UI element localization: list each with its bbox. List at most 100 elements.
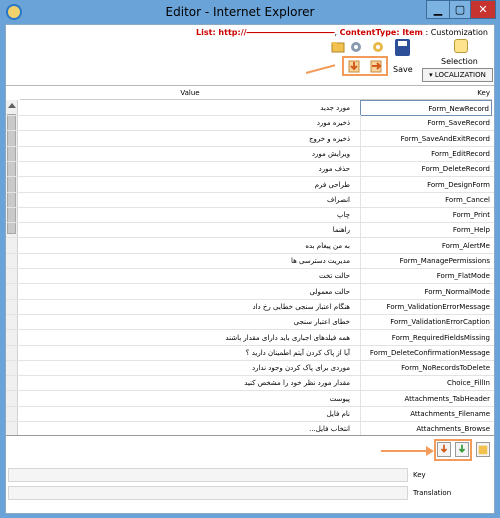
breadcrumb-content-type: ContentType: Item	[339, 28, 423, 37]
translation-label: Translation	[413, 489, 452, 497]
value-cell[interactable]: ذخیره مورد	[20, 115, 360, 131]
table-row[interactable]: راهنما Form_Help	[6, 222, 494, 239]
value-cell[interactable]: حالت معمولی	[20, 284, 360, 300]
table-row[interactable]: ویرایش مورد Form_EditRecord	[6, 145, 494, 162]
value-cell[interactable]: حالت تخت	[20, 268, 360, 284]
key-cell[interactable]: Form_DesignForm	[360, 176, 492, 193]
close-button[interactable]: ✕	[470, 0, 496, 19]
table-row[interactable]: مقدار مورد نظر خود را مشخص کنید Choice_Fi…	[6, 375, 494, 392]
key-cell[interactable]: Form_EditRecord	[360, 145, 492, 162]
value-cell[interactable]: نام فایل	[20, 406, 360, 422]
key-cell[interactable]: Form_ManagePermissions	[360, 253, 492, 269]
key-cell[interactable]: Form_DeleteConfirmationMessage	[360, 344, 492, 361]
table-row[interactable]: ذخیره مورد Form_SaveRecord	[6, 115, 494, 132]
value-cell[interactable]: انصراف	[20, 192, 360, 208]
toolbar: List: http://———————————, ContentType: I…	[6, 25, 494, 85]
value-cell[interactable]: ویرایش مورد	[20, 146, 360, 162]
gear-icon[interactable]	[349, 40, 363, 54]
selection-button[interactable]: Selection	[441, 57, 478, 66]
title-bar: Editor - Internet Explorer ▁ ▢ ✕	[0, 0, 500, 24]
key-cell[interactable]: Form_NewRecord	[360, 100, 492, 116]
refresh-icon[interactable]	[476, 442, 490, 457]
breadcrumb-list-prefix: List: http://	[196, 28, 247, 37]
column-header-key[interactable]: Key	[360, 86, 492, 100]
window-title: Editor - Internet Explorer	[165, 5, 315, 19]
table-row[interactable]: نام فایل Attachments_Filename	[6, 406, 494, 422]
table-row[interactable]: خطای اعتبار سنجی Form_ValidationErrorCapt…	[6, 314, 494, 331]
key-cell[interactable]: Attachments_TabHeader	[360, 390, 492, 407]
table-row[interactable]: به من پیغام بده Form_AlertMe	[6, 237, 494, 254]
key-cell[interactable]: Attachments_Filename	[360, 406, 492, 422]
value-cell[interactable]: پیوست	[20, 391, 360, 407]
value-cell[interactable]: چاپ	[20, 207, 360, 223]
table-row[interactable]: انصراف Form_Cancel	[6, 191, 494, 208]
value-cell[interactable]: آیا از پاک کردن آیتم اطمینان دارید ؟	[20, 345, 360, 361]
table-row[interactable]: ذخیره و خروج Form_SaveAndExitRecord	[6, 130, 494, 147]
value-cell[interactable]: ذخیره و خروج	[20, 131, 360, 147]
table-row[interactable]: چاپ Form_Print	[6, 207, 494, 224]
save-icon[interactable]	[395, 39, 410, 56]
key-cell[interactable]: Form_RequiredFieldsMissing	[360, 329, 492, 346]
table-row[interactable]: حذف مورد Form_DeleteRecord	[6, 161, 494, 178]
key-cell[interactable]: Form_Cancel	[360, 191, 492, 208]
table-row[interactable]: مورد جدید Form_NewRecord	[6, 100, 494, 116]
key-field[interactable]	[8, 468, 408, 482]
save-button[interactable]: Save	[393, 65, 413, 74]
value-cell[interactable]: موردی برای پاک کردن وجود ندارد	[20, 360, 360, 376]
key-cell[interactable]: Choice_FillIn	[360, 375, 492, 392]
table-row[interactable]: موردی برای پاک کردن وجود ندارد Form_NoRec…	[6, 360, 494, 377]
grid-rows: مورد جدید Form_NewRecord ذخیره مورد Form_Sa…	[6, 100, 494, 438]
selection-icon[interactable]	[454, 39, 468, 53]
value-cell[interactable]: طراحی فرم	[20, 177, 360, 193]
editor-window: List: http://———————————, ContentType: I…	[5, 24, 495, 514]
value-cell[interactable]: مقدار مورد نظر خود را مشخص کنید	[20, 375, 360, 391]
callout-arrow-bottom	[381, 450, 429, 452]
key-cell[interactable]: Form_SaveAndExitRecord	[360, 130, 492, 147]
key-cell[interactable]: Form_ValidationErrorMessage	[360, 298, 492, 315]
key-cell[interactable]: Form_Help	[360, 222, 492, 239]
callout-arrow-bottom-head	[426, 446, 434, 456]
table-row[interactable]: همه فیلدهای اجباری باید دارای مقدار باشن…	[6, 329, 494, 346]
folder-icon[interactable]	[331, 40, 345, 54]
translation-editor: Key Translation	[6, 435, 494, 513]
breadcrumb: List: http://———————————, ContentType: I…	[196, 28, 488, 37]
translation-field[interactable]	[8, 486, 408, 500]
key-cell[interactable]: Form_AlertMe	[360, 237, 492, 254]
table-row[interactable]: پیوست Attachments_TabHeader	[6, 390, 494, 407]
value-cell[interactable]: مورد جدید	[20, 100, 360, 116]
table-row[interactable]: حالت تخت Form_FlatMode	[6, 268, 494, 285]
resource-grid: Value Key مورد جدید Form_NewRecord ذخیره م…	[6, 85, 494, 438]
table-row[interactable]: طراحی فرم Form_DesignForm	[6, 176, 494, 193]
value-cell[interactable]: هنگام اعتبار سنجی خطایی رخ داد	[20, 299, 360, 315]
value-cell[interactable]: مدیریت دسترسی ها	[20, 253, 360, 269]
key-cell[interactable]: Form_SaveRecord	[360, 115, 492, 132]
table-row[interactable]: مدیریت دسترسی ها Form_ManagePermissions	[6, 253, 494, 269]
value-cell[interactable]: راهنما	[20, 222, 360, 238]
maximize-button[interactable]: ▢	[449, 0, 471, 19]
key-cell[interactable]: Form_Print	[360, 207, 492, 224]
breadcrumb-list-value: ———————————	[246, 28, 335, 37]
key-cell[interactable]: Form_FlatMode	[360, 268, 492, 285]
add-row-icon[interactable]	[455, 442, 469, 457]
key-cell[interactable]: Form_NoRecordsToDelete	[360, 360, 492, 377]
key-cell[interactable]: Form_DeleteRecord	[360, 161, 492, 178]
settings-icon[interactable]	[371, 40, 385, 54]
value-cell[interactable]: به من پیغام بده	[20, 238, 360, 254]
export-icon[interactable]	[369, 59, 383, 73]
value-cell[interactable]: خطای اعتبار سنجی	[20, 314, 360, 330]
breadcrumb-scope: Customization	[430, 28, 488, 37]
key-cell[interactable]: Form_ValidationErrorCaption	[360, 314, 492, 331]
column-header-value[interactable]: Value	[20, 86, 360, 100]
callout-arrow-top	[305, 64, 336, 74]
value-cell[interactable]: حذف مورد	[20, 161, 360, 177]
table-row[interactable]: آیا از پاک کردن آیتم اطمینان دارید ؟ Form…	[6, 344, 494, 361]
import-icon[interactable]	[347, 59, 361, 73]
import-row-icon[interactable]	[437, 442, 451, 457]
key-cell[interactable]: Form_NormalMode	[360, 283, 492, 300]
minimize-button[interactable]: ▁	[426, 0, 450, 19]
localization-dropdown[interactable]: ▾ LOCALIZATION	[422, 68, 493, 82]
breadcrumb-separator: :	[425, 28, 429, 37]
table-row[interactable]: هنگام اعتبار سنجی خطایی رخ داد Form_Valid…	[6, 298, 494, 315]
table-row[interactable]: حالت معمولی Form_NormalMode	[6, 283, 494, 300]
value-cell[interactable]: همه فیلدهای اجباری باید دارای مقدار باشن…	[20, 330, 360, 346]
